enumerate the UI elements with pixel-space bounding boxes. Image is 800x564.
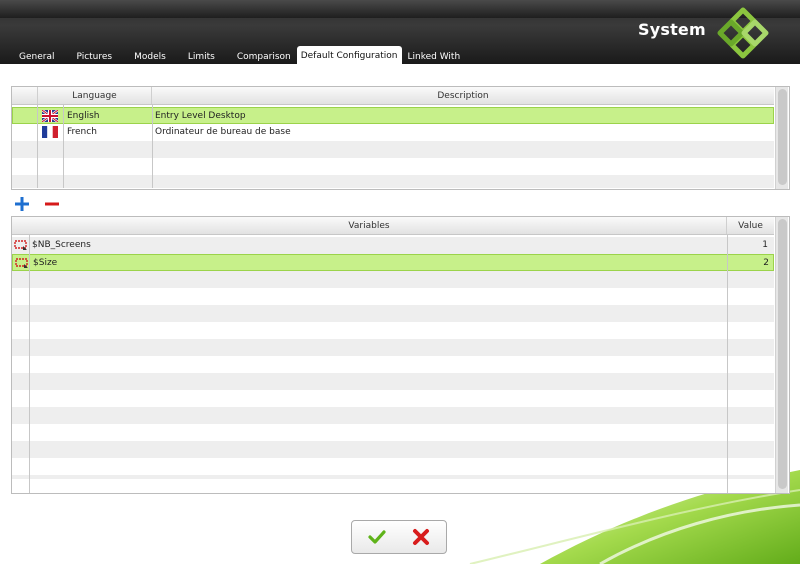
table-row: [12, 322, 774, 339]
tab-linked-with[interactable]: Linked With: [405, 48, 472, 64]
checkmark-icon[interactable]: [368, 529, 386, 545]
column-header-description[interactable]: Description: [152, 87, 774, 104]
table-row: [12, 339, 774, 356]
tab-limits[interactable]: Limits: [177, 48, 226, 64]
variable-icon: [14, 240, 27, 250]
table-row[interactable]: $NB_Screens 1: [12, 237, 774, 254]
column-divider: [29, 234, 30, 493]
variables-table: Variables Value $NB_Screens 1 $Size 2: [11, 216, 790, 494]
column-divider: [727, 234, 728, 493]
table-row: [12, 390, 774, 407]
tab-models[interactable]: Models: [123, 48, 177, 64]
column-divider: [63, 104, 64, 188]
table-row[interactable]: English Entry Level Desktop: [12, 107, 774, 124]
table-row: [12, 305, 774, 322]
table-row[interactable]: $Size 2: [12, 254, 774, 271]
france-flag-icon: [42, 126, 58, 138]
scrollbar-thumb[interactable]: [778, 219, 787, 489]
column-divider: [37, 104, 38, 188]
language-cell: French: [67, 127, 97, 137]
table-row: [12, 356, 774, 373]
table-row: [12, 141, 774, 158]
page-title: System: [638, 20, 706, 39]
variable-value-cell[interactable]: 1: [730, 237, 768, 254]
table-row: [12, 458, 774, 475]
scrollbar-thumb[interactable]: [778, 89, 787, 185]
description-cell[interactable]: Entry Level Desktop: [155, 108, 246, 125]
remove-icon[interactable]: [44, 195, 60, 213]
languages-table: Language Description English Entry Level…: [11, 86, 790, 190]
column-header-value[interactable]: Value: [727, 217, 774, 234]
table-row: [12, 441, 774, 458]
tab-pictures[interactable]: Pictures: [65, 48, 123, 64]
table-row: [12, 373, 774, 390]
tab-default-configuration[interactable]: Default Configuration: [296, 46, 402, 64]
app-header: System General Pictures Models Limits Co…: [0, 0, 800, 64]
variables-table-header: Variables Value: [12, 217, 774, 235]
table-row: [12, 407, 774, 424]
table-row: [12, 175, 774, 188]
column-header-language[interactable]: Language: [38, 87, 152, 104]
tab-bar: General Pictures Models Limits Compariso…: [8, 46, 471, 64]
table-row: [12, 271, 774, 288]
table-row: [12, 288, 774, 305]
uk-flag-icon: [42, 110, 58, 122]
variable-value-cell[interactable]: 2: [731, 255, 769, 272]
add-icon[interactable]: [14, 195, 30, 213]
table-row: [12, 158, 774, 175]
tab-comparison[interactable]: Comparison: [226, 48, 294, 64]
variable-name-cell[interactable]: $Size: [33, 255, 57, 272]
variable-name-cell[interactable]: $NB_Screens: [32, 237, 91, 254]
cross-icon[interactable]: [412, 528, 430, 546]
language-cell: English: [67, 111, 100, 121]
column-divider: [152, 104, 153, 188]
table-row[interactable]: French Ordinateur de bureau de base: [12, 124, 774, 141]
header-top-bar: [0, 0, 800, 18]
tab-general[interactable]: General: [8, 48, 65, 64]
logo-icon: [717, 7, 769, 59]
languages-scrollbar[interactable]: [775, 87, 788, 189]
variables-scrollbar[interactable]: [775, 217, 788, 493]
variable-icon: [15, 258, 28, 268]
description-cell[interactable]: Ordinateur de bureau de base: [155, 124, 291, 141]
table-row: [12, 475, 774, 479]
column-header-flag: [12, 87, 38, 104]
table-row: [12, 424, 774, 441]
column-header-variables[interactable]: Variables: [12, 217, 727, 234]
languages-table-header: Language Description: [12, 87, 774, 105]
action-button-group: [351, 520, 447, 554]
